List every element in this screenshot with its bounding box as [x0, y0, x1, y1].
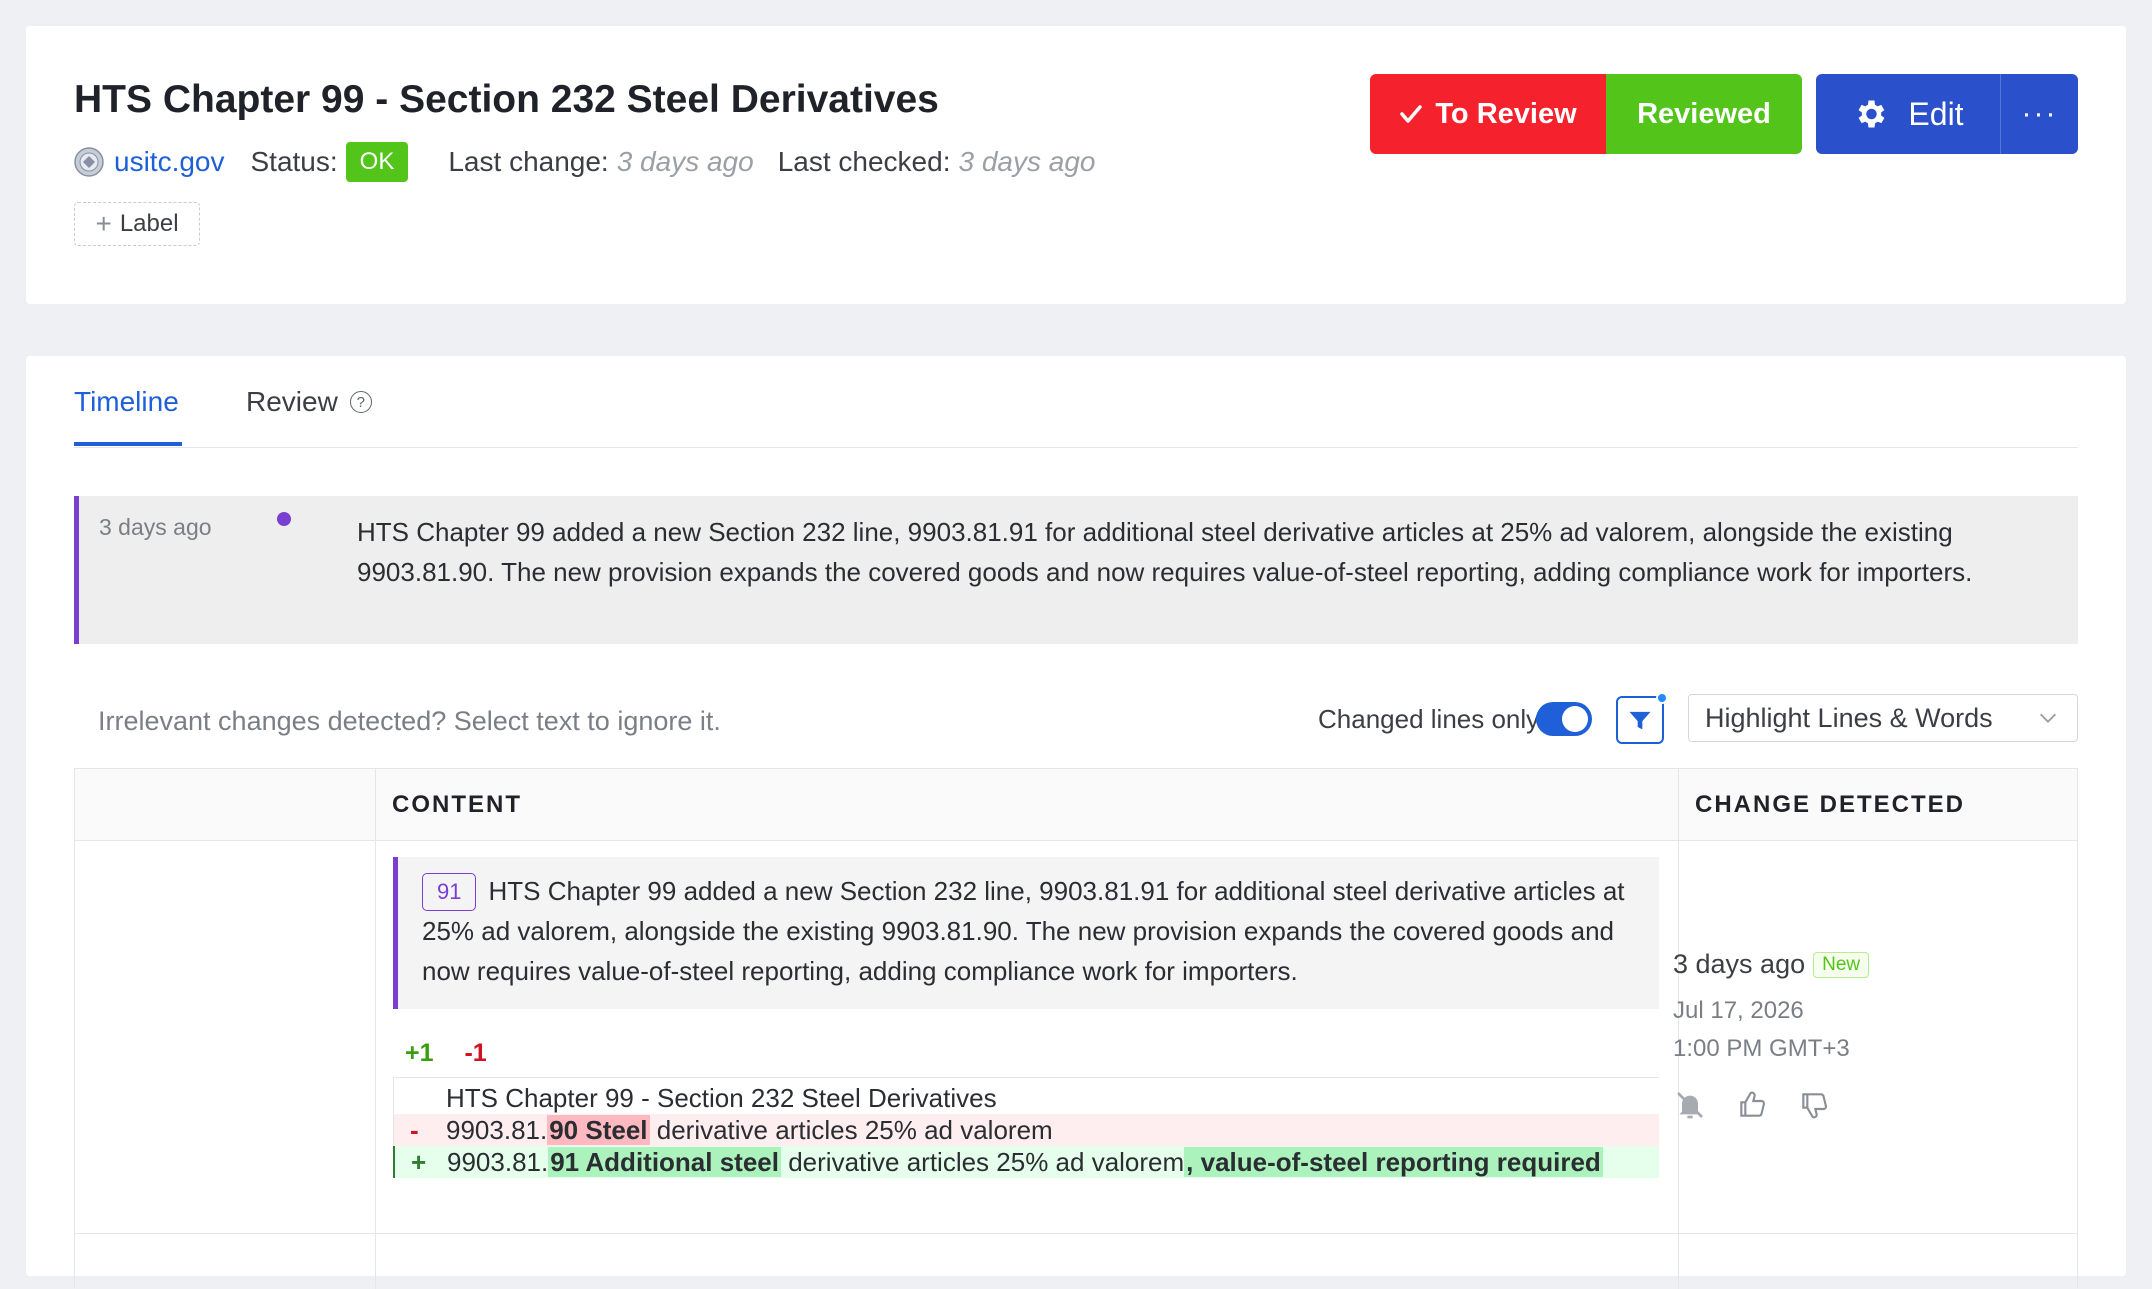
- content-column-header: CONTENT: [392, 791, 522, 818]
- edit-button-group: Edit ···: [1816, 74, 2078, 154]
- monitor-header-card: HTS Chapter 99 - Section 232 Steel Deriv…: [26, 26, 2126, 304]
- meta-row: usitc.gov Status: OK Last change: 3 days…: [74, 140, 1119, 184]
- review-status-toggle: To Review Reviewed: [1370, 74, 1802, 154]
- site-seal-icon: [74, 147, 104, 177]
- bell-off-icon: [1677, 1092, 1703, 1119]
- timeline-card: Timeline Review ? 3 days ago HTS Chapter…: [26, 356, 2126, 1289]
- change-description-text: 91 HTS Chapter 99 added a new Section 232…: [422, 871, 1652, 991]
- help-icon[interactable]: ?: [349, 391, 372, 413]
- row-divider: [75, 1233, 2077, 1234]
- reviewed-label: Reviewed: [1637, 97, 1771, 130]
- edit-button[interactable]: Edit: [1816, 74, 2000, 154]
- diff-table: CONTENT CHANGE DETECTED 91 HTS Chapter 99…: [74, 768, 2078, 1289]
- highlight-mode-select[interactable]: Highlight Lines & Words: [1688, 694, 2078, 742]
- diff-controls: Irrelevant changes detected? Select text…: [74, 692, 2078, 748]
- edit-label: Edit: [1908, 95, 1964, 132]
- removed-count: -1: [464, 1039, 487, 1067]
- reviewed-button[interactable]: Reviewed: [1606, 74, 1802, 154]
- check-icon: [1400, 105, 1423, 123]
- thumbs-down-button[interactable]: [1797, 1088, 1831, 1122]
- change-time: 1:00 PM GMT+3: [1673, 1035, 1850, 1062]
- added-count: +1: [405, 1039, 434, 1067]
- page-title: HTS Chapter 99 - Section 232 Steel Deriv…: [74, 78, 939, 121]
- change-description-body: HTS Chapter 99 added a new Section 232 l…: [422, 876, 1625, 986]
- change-date: Jul 17, 2026: [1673, 997, 1804, 1024]
- diff-context-line: HTS Chapter 99 - Section 232 Steel Deriv…: [393, 1078, 1659, 1114]
- diff-view: HTS Chapter 99 - Section 232 Steel Deriv…: [393, 1077, 1659, 1178]
- added-highlight: 91 Additional steel: [548, 1147, 781, 1177]
- change-detected-cell: 3 days ago New Jul 17, 2026 1:00 PM GMT+…: [1673, 949, 1870, 1122]
- changed-lines-toggle[interactable]: [1536, 702, 1592, 736]
- added-sign: +: [411, 1147, 427, 1177]
- summary-time: 3 days ago: [99, 514, 212, 540]
- added-highlight-2: , value-of-steel reporting required: [1184, 1147, 1603, 1177]
- add-label-text: Label: [119, 210, 179, 237]
- to-review-button[interactable]: To Review: [1370, 74, 1606, 154]
- context-text: HTS Chapter 99 - Section 232 Steel Deriv…: [446, 1083, 997, 1113]
- diff-added-line: + 9903.81.91 Additional steel derivative…: [393, 1146, 1659, 1178]
- thumbs-up-icon: [1740, 1091, 1766, 1117]
- active-tab-indicator: [74, 442, 182, 446]
- thumbs-up-button[interactable]: [1735, 1088, 1769, 1122]
- tab-review[interactable]: Review ?: [246, 386, 372, 418]
- summary-text: HTS Chapter 99 added a new Section 232 l…: [357, 517, 1973, 587]
- gear-icon: [1859, 100, 1885, 128]
- last-checked-label: Last checked:: [777, 146, 951, 177]
- more-actions-button[interactable]: ···: [2000, 74, 2078, 154]
- removed-highlight: 90 Steel: [547, 1115, 650, 1145]
- removed-sign: -: [410, 1115, 419, 1145]
- plus-icon: +: [95, 208, 112, 239]
- filter-button[interactable]: [1616, 692, 1668, 744]
- changed-lines-label: Changed lines only: [1318, 704, 1540, 734]
- mute-bell-icon[interactable]: [1673, 1088, 1707, 1122]
- last-change-value: 3 days ago: [616, 146, 754, 177]
- status-label: Status:: [250, 146, 338, 177]
- status-badge: OK: [345, 142, 409, 182]
- timeline-dot: [277, 512, 291, 526]
- change-timestamp: Jul 17, 2026 1:00 PM GMT+3: [1673, 992, 1869, 1068]
- change-description: 91 HTS Chapter 99 added a new Section 232…: [393, 857, 1659, 1009]
- thumbs-down-icon: [1802, 1093, 1828, 1119]
- tab-timeline-label: Timeline: [74, 386, 179, 417]
- filter-icon: [1629, 711, 1651, 730]
- chevron-down-icon: [2040, 713, 2056, 723]
- last-checked-value: 3 days ago: [958, 146, 1096, 177]
- ignore-hint: Irrelevant changes detected? Select text…: [98, 706, 721, 736]
- toggle-knob: [1562, 706, 1588, 732]
- filter-active-dot: [1656, 692, 1668, 704]
- added-prefix: 9903.81.: [447, 1147, 549, 1177]
- last-change-label: Last change:: [448, 146, 609, 177]
- site-link[interactable]: usitc.gov: [114, 146, 225, 178]
- new-tag: New: [1813, 951, 1870, 978]
- column-divider: [375, 769, 376, 1289]
- tab-timeline[interactable]: Timeline: [74, 386, 179, 418]
- tab-review-label: Review: [246, 386, 338, 417]
- add-label-button[interactable]: + Label: [74, 202, 200, 246]
- to-review-label: To Review: [1435, 97, 1577, 130]
- highlight-mode-value: Highlight Lines & Words: [1705, 702, 1993, 733]
- change-ago: 3 days ago: [1673, 949, 1806, 979]
- removed-prefix: 9903.81.: [446, 1115, 548, 1145]
- line-number-badge: 91: [422, 873, 477, 911]
- removed-suffix: derivative articles 25% ad valorem: [649, 1115, 1053, 1145]
- change-actions: [1673, 1088, 1869, 1122]
- change-summary: 3 days ago HTS Chapter 99 added a new Se…: [74, 496, 2078, 644]
- added-middle: derivative articles 25% ad valorem: [780, 1147, 1185, 1177]
- change-age: 3 days ago New: [1673, 949, 1870, 980]
- change-column-header: CHANGE DETECTED: [1695, 791, 1966, 818]
- diff-counts: +1 -1: [405, 1039, 487, 1068]
- diff-removed-line: - 9903.81.90 Steel derivative articles 2…: [393, 1114, 1659, 1146]
- tab-bar: Timeline Review ?: [74, 356, 2078, 448]
